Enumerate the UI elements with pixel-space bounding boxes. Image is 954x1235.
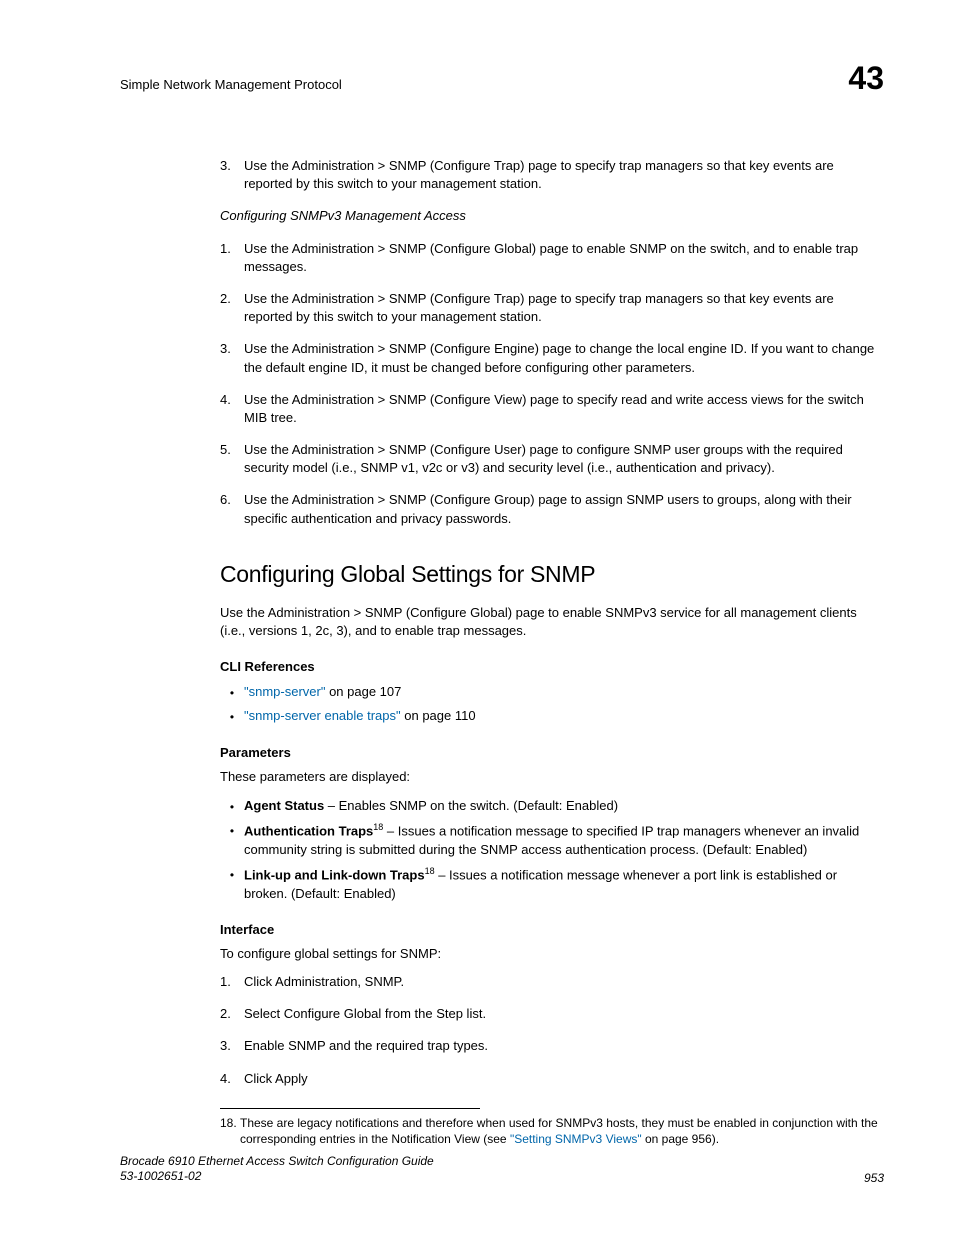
footer-left: Brocade 6910 Ethernet Access Switch Conf… bbox=[120, 1154, 434, 1185]
list-text: Use the Administration > SNMP (Configure… bbox=[244, 491, 884, 527]
link-snmp-server[interactable]: "snmp-server" bbox=[244, 684, 325, 699]
footer-title: Brocade 6910 Ethernet Access Switch Conf… bbox=[120, 1154, 434, 1170]
list-number: 3. bbox=[220, 340, 244, 376]
list-item: 4. Use the Administration > SNMP (Config… bbox=[220, 391, 884, 427]
parameters-heading: Parameters bbox=[220, 744, 884, 762]
param-name: Agent Status bbox=[244, 798, 324, 813]
list-text: Enable SNMP and the required trap types. bbox=[244, 1037, 884, 1055]
chapter-number: 43 bbox=[848, 60, 884, 97]
list-text: Use the Administration > SNMP (Configure… bbox=[244, 441, 884, 477]
bullet-icon: • bbox=[220, 797, 244, 816]
list-text: Use the Administration > SNMP (Configure… bbox=[244, 240, 884, 276]
footnote: 18. These are legacy notifications and t… bbox=[220, 1115, 884, 1147]
list-item: 5. Use the Administration > SNMP (Config… bbox=[220, 441, 884, 477]
list-number: 6. bbox=[220, 491, 244, 527]
bullet-icon: • bbox=[220, 707, 244, 726]
list-item: 2. Select Configure Global from the Step… bbox=[220, 1005, 884, 1023]
list-text: Agent Status – Enables SNMP on the switc… bbox=[244, 797, 884, 816]
list-number: 4. bbox=[220, 1070, 244, 1088]
list-text: Use the Administration > SNMP (Configure… bbox=[244, 340, 884, 376]
param-name: Authentication Traps bbox=[244, 824, 373, 839]
footnote-number: 18. bbox=[220, 1115, 240, 1147]
param-desc: – Enables SNMP on the switch. (Default: … bbox=[324, 798, 618, 813]
list-item: 1. Use the Administration > SNMP (Config… bbox=[220, 240, 884, 276]
list-text: Use the Administration > SNMP (Configure… bbox=[244, 391, 884, 427]
list-item: 1. Click Administration, SNMP. bbox=[220, 973, 884, 991]
list-number: 1. bbox=[220, 240, 244, 276]
list-item: • "snmp-server enable traps" on page 110 bbox=[220, 707, 884, 726]
subsection-title: Configuring SNMPv3 Management Access bbox=[220, 207, 884, 225]
bullet-icon: • bbox=[220, 821, 244, 859]
link-snmp-server-enable-traps[interactable]: "snmp-server enable traps" bbox=[244, 708, 401, 723]
footnote-text: These are legacy notifications and there… bbox=[240, 1115, 884, 1147]
list-item: 3. Enable SNMP and the required trap typ… bbox=[220, 1037, 884, 1055]
list-number: 5. bbox=[220, 441, 244, 477]
list-text: Authentication Traps18 – Issues a notifi… bbox=[244, 821, 884, 859]
list-text: Use the Administration > SNMP (Configure… bbox=[244, 157, 884, 193]
page-footer: Brocade 6910 Ethernet Access Switch Conf… bbox=[120, 1154, 884, 1185]
list-item: • "snmp-server" on page 107 bbox=[220, 683, 884, 702]
list-number: 2. bbox=[220, 1005, 244, 1023]
list-item: • Link-up and Link-down Traps18 – Issues… bbox=[220, 865, 884, 903]
footnote-ref: 18 bbox=[373, 822, 383, 832]
bullet-icon: • bbox=[220, 683, 244, 702]
list-text: Click Apply bbox=[244, 1070, 884, 1088]
list-item: 4. Click Apply bbox=[220, 1070, 884, 1088]
page-header: Simple Network Management Protocol 43 bbox=[120, 60, 884, 97]
list-item: 6. Use the Administration > SNMP (Config… bbox=[220, 491, 884, 527]
link-setting-snmpv3-views[interactable]: "Setting SNMPv3 Views" bbox=[510, 1132, 642, 1146]
list-number: 2. bbox=[220, 290, 244, 326]
list-item: • Authentication Traps18 – Issues a noti… bbox=[220, 821, 884, 859]
list-number: 1. bbox=[220, 973, 244, 991]
link-tail: on page 107 bbox=[325, 684, 401, 699]
interface-intro: To configure global settings for SNMP: bbox=[220, 945, 884, 963]
param-name: Link-up and Link-down Traps bbox=[244, 867, 425, 882]
list-item: 3. Use the Administration > SNMP (Config… bbox=[220, 157, 884, 193]
list-text: Link-up and Link-down Traps18 – Issues a… bbox=[244, 865, 884, 903]
list-number: 4. bbox=[220, 391, 244, 427]
page-content: 3. Use the Administration > SNMP (Config… bbox=[220, 157, 884, 1147]
parameters-intro: These parameters are displayed: bbox=[220, 768, 884, 786]
list-text: "snmp-server enable traps" on page 110 bbox=[244, 707, 884, 726]
cli-references-heading: CLI References bbox=[220, 658, 884, 676]
list-text: Select Configure Global from the Step li… bbox=[244, 1005, 884, 1023]
footnote-post: on page 956). bbox=[642, 1132, 719, 1146]
running-head: Simple Network Management Protocol bbox=[120, 77, 342, 92]
footer-docnum: 53-1002651-02 bbox=[120, 1169, 434, 1185]
footnote-ref: 18 bbox=[425, 866, 435, 876]
list-number: 3. bbox=[220, 157, 244, 193]
list-text: "snmp-server" on page 107 bbox=[244, 683, 884, 702]
list-item: • Agent Status – Enables SNMP on the swi… bbox=[220, 797, 884, 816]
link-tail: on page 110 bbox=[401, 708, 476, 723]
footnote-separator bbox=[220, 1108, 480, 1109]
page-number: 953 bbox=[864, 1171, 884, 1185]
list-text: Use the Administration > SNMP (Configure… bbox=[244, 290, 884, 326]
list-number: 3. bbox=[220, 1037, 244, 1055]
interface-heading: Interface bbox=[220, 921, 884, 939]
list-item: 3. Use the Administration > SNMP (Config… bbox=[220, 340, 884, 376]
section-intro: Use the Administration > SNMP (Configure… bbox=[220, 604, 884, 640]
list-text: Click Administration, SNMP. bbox=[244, 973, 884, 991]
section-heading: Configuring Global Settings for SNMP bbox=[220, 558, 884, 590]
bullet-icon: • bbox=[220, 865, 244, 903]
list-item: 2. Use the Administration > SNMP (Config… bbox=[220, 290, 884, 326]
